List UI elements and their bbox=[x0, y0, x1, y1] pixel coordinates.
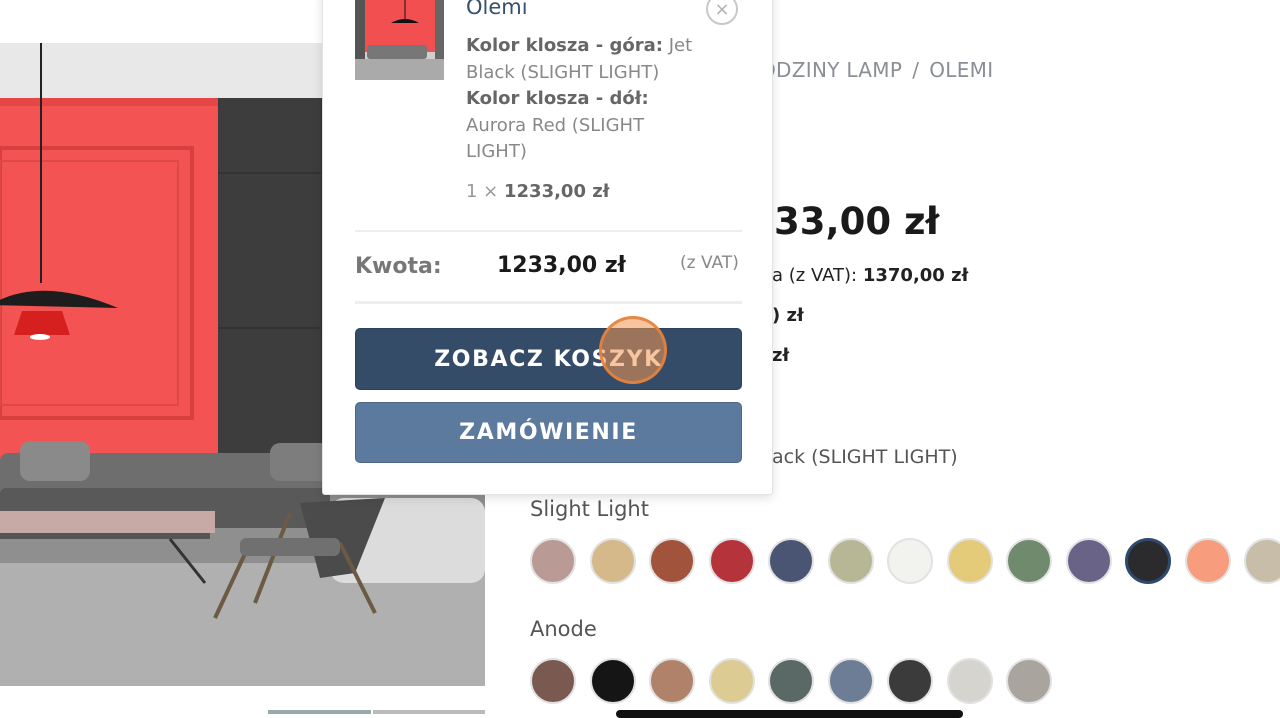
cart-item-name[interactable]: Olemi bbox=[466, 0, 528, 19]
color-swatch[interactable] bbox=[649, 538, 695, 584]
color-swatch[interactable] bbox=[530, 538, 576, 584]
color-swatch[interactable] bbox=[708, 538, 755, 584]
breadcrumb-current: OLEMI bbox=[929, 58, 994, 82]
color-swatch[interactable] bbox=[1184, 538, 1231, 584]
mini-cart-popup: Olemi × Kolor klosza - góra: Jet Black (… bbox=[322, 0, 773, 495]
product-price: .33,00 zł bbox=[760, 200, 940, 243]
remove-item-button[interactable]: × bbox=[706, 0, 738, 25]
color-swatch[interactable] bbox=[887, 538, 933, 584]
swatch-row-slight-light bbox=[530, 538, 1280, 584]
attr-label-top-shade: Kolor klosza - góra: bbox=[466, 35, 663, 56]
thumbnail-bar[interactable] bbox=[268, 710, 371, 714]
color-swatch[interactable] bbox=[1006, 658, 1052, 704]
color-swatch[interactable] bbox=[946, 658, 993, 704]
price-line-3: zł bbox=[772, 345, 790, 366]
total-value: 1233,00 zł bbox=[497, 253, 626, 278]
close-icon: × bbox=[714, 0, 730, 20]
color-swatch[interactable] bbox=[827, 658, 874, 704]
cart-item-quantity: 1 × 1233,00 zł bbox=[466, 181, 609, 202]
color-swatch[interactable] bbox=[1006, 538, 1052, 584]
regular-price-line: a (z VAT): 1370,00 zł bbox=[772, 265, 968, 286]
color-swatch[interactable] bbox=[1244, 538, 1280, 584]
color-swatch[interactable] bbox=[530, 658, 576, 704]
divider bbox=[355, 301, 742, 304]
cart-item-price: 1233,00 zł bbox=[504, 181, 610, 202]
color-swatch[interactable] bbox=[887, 658, 933, 704]
swatch-row-anode bbox=[530, 658, 1280, 704]
quantity-text: 1 × bbox=[466, 181, 499, 202]
price-line-2: ) zł bbox=[772, 305, 804, 326]
color-swatch[interactable] bbox=[589, 538, 636, 584]
color-swatch[interactable] bbox=[708, 658, 755, 704]
cart-item-attribute: Kolor klosza - góra: Jet Black (SLIGHT L… bbox=[466, 33, 706, 86]
color-swatch[interactable] bbox=[946, 538, 993, 584]
swatch-group-label-anode: Anode bbox=[530, 617, 597, 641]
swatch-group-label-slight-light: Slight Light bbox=[530, 497, 649, 521]
color-swatch[interactable] bbox=[1125, 538, 1171, 584]
color-swatch[interactable] bbox=[768, 658, 814, 704]
breadcrumb-link[interactable]: ODZINY LAMP bbox=[760, 58, 902, 82]
view-cart-button[interactable]: ZOBACZ KOSZYK bbox=[355, 328, 742, 390]
total-vat-note: (z VAT) bbox=[680, 253, 739, 273]
color-swatch[interactable] bbox=[589, 658, 636, 704]
breadcrumb-separator: / bbox=[912, 58, 920, 82]
total-label: Kwota: bbox=[355, 254, 442, 279]
color-swatch[interactable] bbox=[827, 538, 874, 584]
image-gallery-thumbnails[interactable] bbox=[0, 686, 485, 714]
regular-price-value: 1370,00 zł bbox=[862, 265, 969, 286]
checkout-button[interactable]: ZAMÓWIENIE bbox=[355, 402, 742, 463]
attr-label-bottom-shade: Kolor klosza - dół: bbox=[466, 88, 649, 109]
divider bbox=[355, 230, 742, 232]
breadcrumb: ODZINY LAMP / OLEMI bbox=[760, 58, 993, 82]
selected-color-text: ack (SLIGHT LIGHT) bbox=[772, 446, 958, 468]
cart-item-thumbnail[interactable] bbox=[355, 0, 444, 80]
color-swatch[interactable] bbox=[649, 658, 695, 704]
color-swatch[interactable] bbox=[768, 538, 814, 584]
regular-price-label: a (z VAT): bbox=[772, 265, 858, 286]
add-to-cart-bar[interactable] bbox=[616, 710, 963, 718]
thumbnail-bar[interactable] bbox=[373, 710, 485, 714]
attr-value-bottom-shade: Aurora Red (SLIGHT LIGHT) bbox=[466, 114, 645, 163]
click-indicator bbox=[599, 316, 667, 384]
cart-item-attribute: Kolor klosza - dół: Aurora Red (SLIGHT L… bbox=[466, 86, 706, 166]
color-swatch[interactable] bbox=[1065, 538, 1112, 584]
